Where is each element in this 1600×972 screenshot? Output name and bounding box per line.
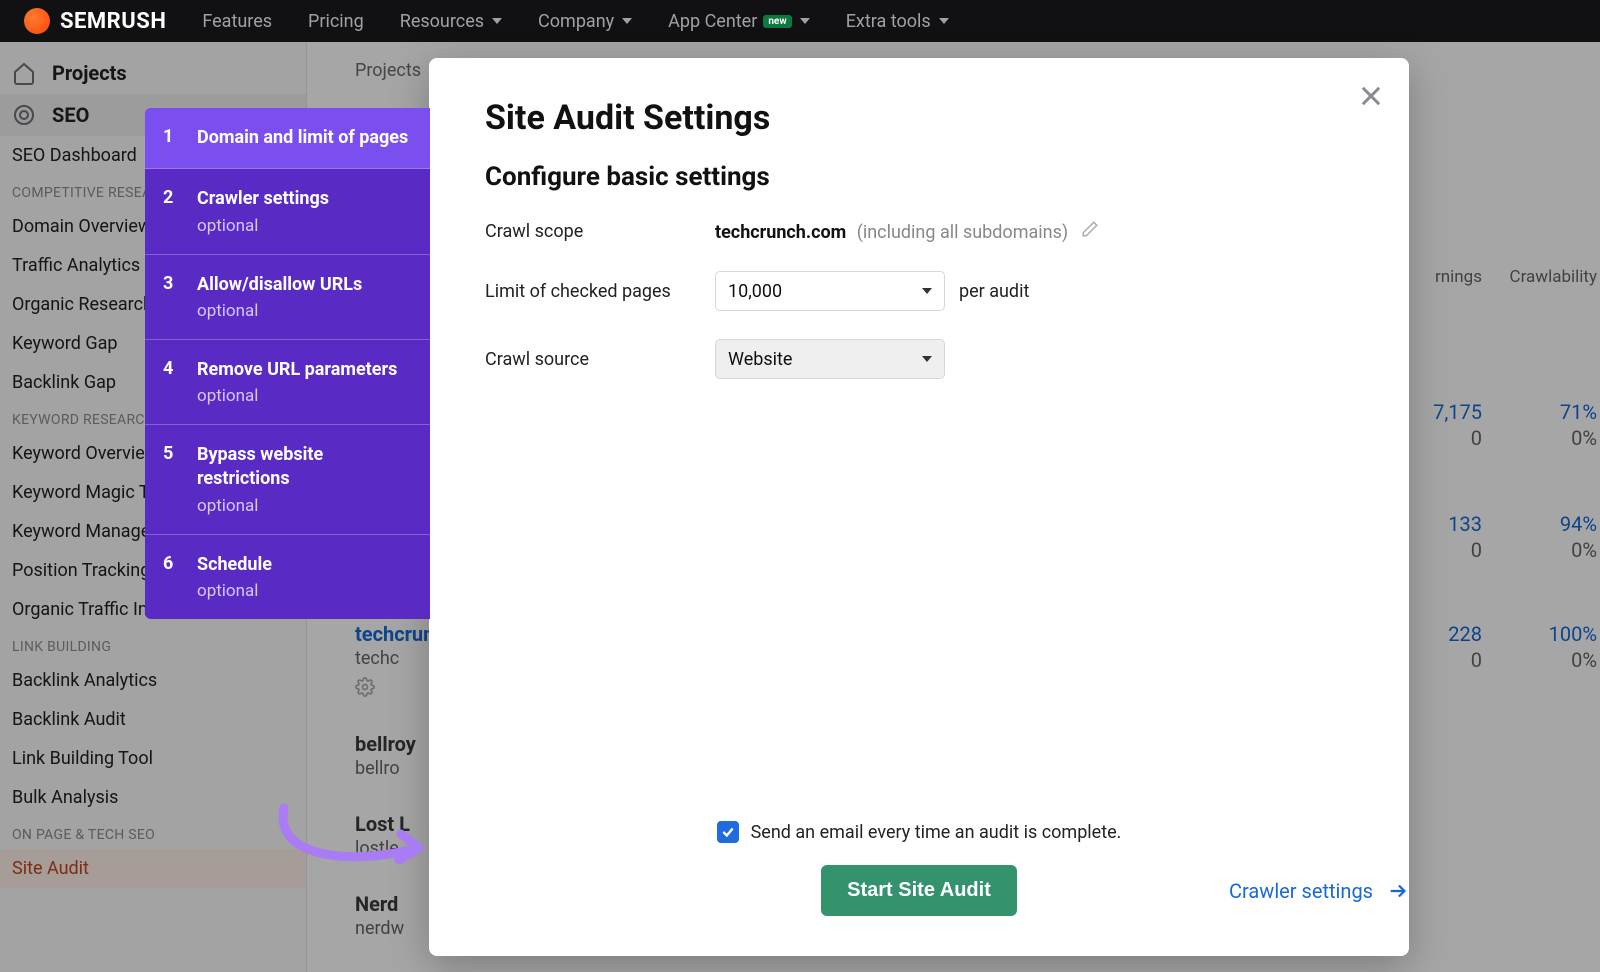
pencil-icon (1081, 220, 1099, 238)
chevron-down-icon (922, 288, 932, 294)
scope-domain: techcrunch.com (715, 222, 846, 243)
wizard-step-4[interactable]: 4 Remove URL parametersoptional (145, 340, 430, 425)
chevron-down-icon (492, 18, 502, 24)
nav-pricing[interactable]: Pricing (308, 11, 364, 32)
modal-footer: Send an email every time an audit is com… (429, 821, 1409, 916)
logo[interactable]: SEMRUSH (24, 8, 166, 34)
modal-subtitle: Configure basic settings (485, 162, 1353, 192)
check-icon (721, 825, 735, 839)
limit-value: 10,000 (728, 281, 782, 302)
wizard-step-3[interactable]: 3 Allow/disallow URLsoptional (145, 255, 430, 340)
chevron-down-icon (922, 356, 932, 362)
wizard-steps: 1 Domain and limit of pages 2 Crawler se… (145, 108, 430, 619)
chevron-down-icon (800, 18, 810, 24)
nav-features[interactable]: Features (202, 11, 272, 32)
chevron-down-icon (939, 18, 949, 24)
wizard-step-1[interactable]: 1 Domain and limit of pages (145, 108, 430, 169)
nav-extra-tools[interactable]: Extra tools (846, 11, 949, 32)
source-select[interactable]: Website (715, 339, 945, 379)
scope-note: (including all subdomains) (857, 222, 1068, 243)
badge-new: new (763, 15, 791, 28)
modal-title: Site Audit Settings (485, 98, 1353, 138)
email-checkbox-row[interactable]: Send an email every time an audit is com… (717, 821, 1122, 843)
nav-resources[interactable]: Resources (400, 11, 502, 32)
arrow-right-icon (1387, 880, 1409, 902)
row-crawl-scope: Crawl scope techcrunch.com (including al… (485, 220, 1353, 243)
label-crawl-scope: Crawl scope (485, 221, 715, 242)
wizard-step-5[interactable]: 5 Bypass website restrictionsoptional (145, 425, 430, 535)
email-check-label: Send an email every time an audit is com… (751, 822, 1122, 843)
brand-text: SEMRUSH (60, 9, 166, 34)
label-limit: Limit of checked pages (485, 281, 715, 302)
chevron-down-icon (622, 18, 632, 24)
wizard-step-2[interactable]: 2 Crawler settingsoptional (145, 169, 430, 254)
nav-app-center[interactable]: App Centernew (668, 11, 810, 32)
start-site-audit-button[interactable]: Start Site Audit (821, 865, 1017, 916)
logo-mark-icon (24, 8, 50, 34)
limit-select[interactable]: 10,000 (715, 271, 945, 311)
close-button[interactable] (1357, 82, 1385, 110)
limit-suffix: per audit (959, 281, 1029, 302)
row-limit: Limit of checked pages 10,000 per audit (485, 271, 1353, 311)
wizard-step-6[interactable]: 6 Scheduleoptional (145, 535, 430, 619)
edit-scope-button[interactable] (1081, 220, 1099, 238)
crawler-settings-link[interactable]: Crawler settings (1229, 879, 1409, 903)
checkbox-checked[interactable] (717, 821, 739, 843)
close-icon (1357, 82, 1385, 110)
nav-company[interactable]: Company (538, 11, 632, 32)
site-audit-settings-modal: Site Audit Settings Configure basic sett… (429, 58, 1409, 956)
source-value: Website (728, 349, 792, 370)
scope-value: techcrunch.com (including all subdomains… (715, 220, 1099, 243)
label-source: Crawl source (485, 349, 715, 370)
top-nav: SEMRUSH Features Pricing Resources Compa… (0, 0, 1600, 42)
row-source: Crawl source Website (485, 339, 1353, 379)
